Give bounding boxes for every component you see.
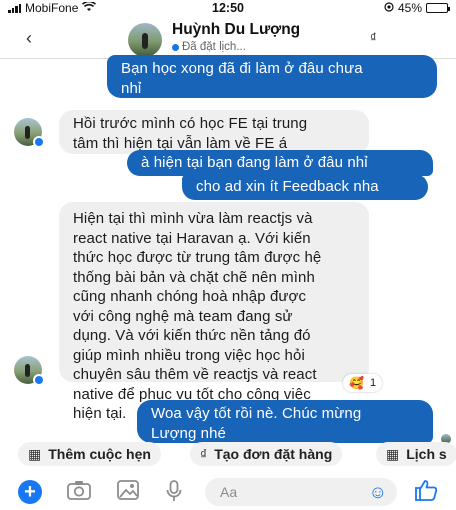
message-line: Woa vậy tốt rồi nè. Chúc mừng — [151, 405, 362, 422]
message-line: react native tại Haravan ạ. Với kiến — [73, 229, 311, 247]
contact-name[interactable]: Huỳnh Du Lượng — [172, 21, 300, 39]
message-line: với công nghệ mà team đang sử — [73, 307, 293, 325]
message-line: à hiện tại bạn đang làm ở đâu nhỉ — [141, 154, 368, 171]
message-line: cho ad xin ít Feedback nha — [196, 178, 379, 195]
message-line: nhỉ — [121, 79, 142, 97]
chip-label: Tạo đơn đặt hàng — [214, 446, 333, 462]
messenger-badge-icon — [33, 374, 45, 386]
calendar-icon: ▦ — [28, 445, 42, 462]
message-input-placeholder: Aa — [220, 484, 238, 500]
back-icon[interactable]: ‹ — [26, 28, 32, 49]
chip-label: Thêm cuộc hẹn — [48, 446, 151, 462]
message-line: Bạn học xong đã đi làm ở đâu chưa — [121, 60, 363, 77]
chip-label: Lịch s — [406, 446, 447, 462]
message-incoming[interactable]: Hồi trước mình có học FE tại trung tâm t… — [59, 110, 369, 154]
location-icon — [384, 1, 394, 15]
message-input[interactable]: Aa ☺ — [205, 478, 397, 506]
message-incoming[interactable]: Hiện tại thì mình vừa làm reactjs và rea… — [59, 202, 369, 422]
battery-icon — [426, 3, 450, 13]
message-line: Lượng nhé — [151, 424, 226, 442]
message-line: thức học được từ trung tâm được hệ — [73, 249, 322, 266]
mic-icon[interactable] — [166, 480, 182, 508]
message-reaction[interactable]: 🥰 1 — [343, 374, 383, 392]
emoji-icon[interactable]: ☺ — [369, 482, 387, 503]
status-dot-icon — [172, 43, 179, 51]
message-outgoing[interactable]: cho ad xin ít Feedback nha — [182, 174, 428, 200]
message-line: Hiện tại thì mình vừa làm reactjs và — [73, 210, 313, 227]
image-icon[interactable] — [117, 480, 139, 506]
message-line: Hồi trước mình có học FE tại trung — [73, 115, 308, 132]
message-line: giúp mình nhiều trong việc học hỏi — [73, 346, 305, 364]
reaction-count: 1 — [369, 377, 377, 389]
chat-header: ‹ Huỳnh Du Lượng Đã đặt lịch... ₫ — [0, 18, 456, 58]
calendar-icon: ▦ — [386, 445, 400, 462]
message-line: thống bài bản và chặt chẽ nên mình — [73, 268, 315, 286]
dong-icon[interactable]: ₫ — [370, 30, 377, 45]
message-outgoing[interactable]: Bạn học xong đã đi làm ở đâu chưa nhỉ — [107, 55, 437, 98]
messenger-badge-icon — [33, 136, 45, 148]
battery-percent: 45% — [397, 1, 422, 15]
plus-icon[interactable]: + — [18, 480, 42, 504]
heart-eyes-emoji-icon: 🥰 — [349, 376, 364, 390]
thumbs-up-icon[interactable] — [414, 479, 438, 507]
composer-bar: + Aa ☺ — [0, 476, 456, 510]
create-order-button[interactable]: ₫ Tạo đơn đặt hàng — [190, 442, 343, 466]
contact-avatar[interactable] — [128, 23, 162, 57]
add-appointment-button[interactable]: ▦ Thêm cuộc hẹn — [18, 442, 161, 466]
message-outgoing[interactable]: à hiện tại bạn đang làm ở đâu nhỉ — [127, 150, 433, 176]
history-button[interactable]: ▦ Lịch s — [376, 442, 456, 466]
message-outgoing[interactable]: Woa vậy tốt rồi nè. Chúc mừng Lượng nhé — [137, 400, 433, 443]
message-line: cũng nhanh chóng hoà nhập được — [73, 288, 307, 305]
contact-status: Đã đặt lịch... — [172, 41, 246, 53]
camera-icon[interactable] — [67, 480, 91, 506]
message-line: chuyên sâu thêm về reactjs và react — [73, 366, 317, 383]
dong-icon: ₫ — [200, 446, 208, 462]
quick-actions-bar: ▦ Thêm cuộc hẹn ₫ Tạo đơn đặt hàng ▦ Lịc… — [0, 442, 456, 468]
status-bar: MobiFone 12:50 45% — [0, 0, 456, 16]
status-right: 45% — [384, 1, 450, 15]
message-line: dụng. Và với kiến thức nền tảng đó — [73, 327, 311, 344]
contact-status-text: Đã đặt lịch... — [182, 41, 246, 53]
